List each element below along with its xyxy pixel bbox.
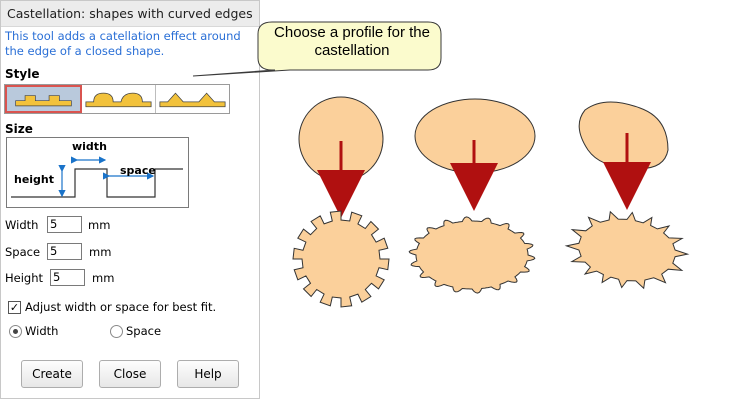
original-rounded-triangle-shape	[578, 101, 669, 170]
castellated-ellipse-result	[408, 216, 536, 294]
castellated-circle-outline	[292, 210, 390, 308]
castellated-circle-result	[292, 210, 390, 308]
example-shapes-illustration	[292, 96, 690, 308]
castellated-triangle-result	[564, 210, 690, 290]
